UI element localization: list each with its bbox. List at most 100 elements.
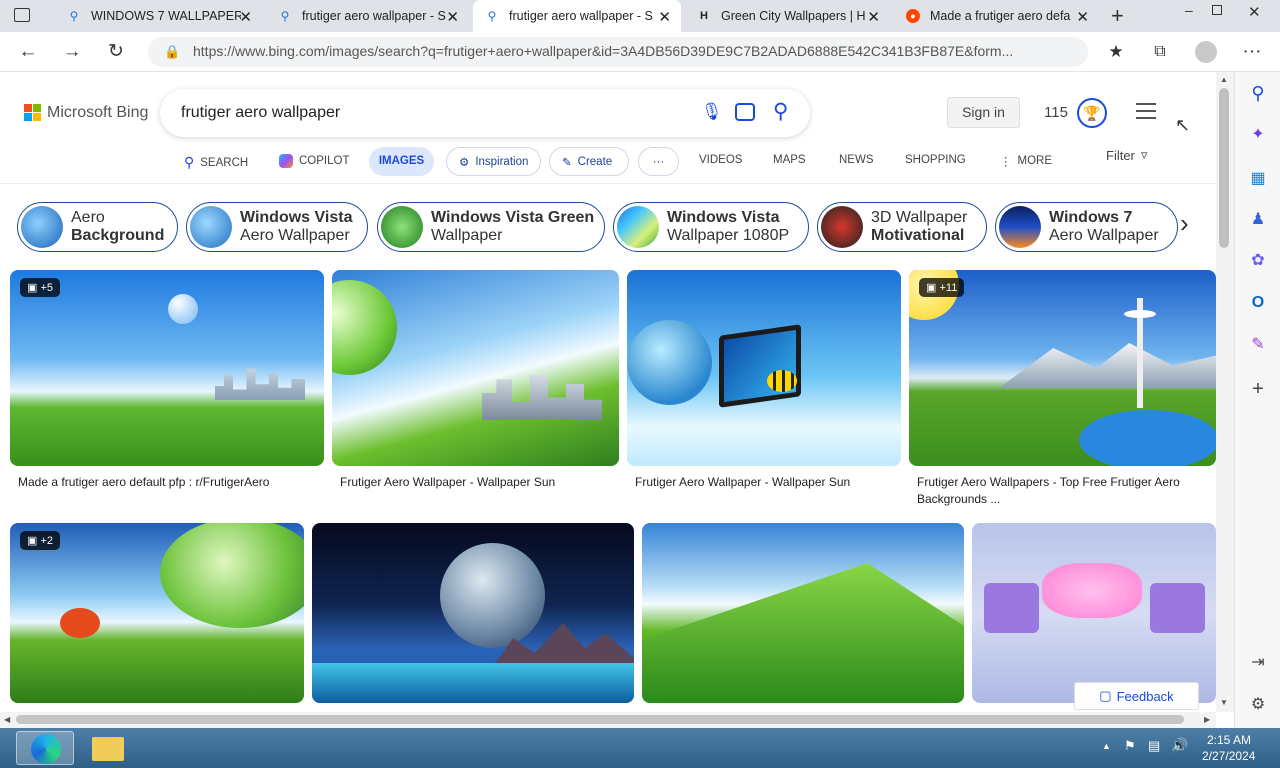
add-icon[interactable]: +	[1247, 378, 1269, 400]
tab-active[interactable]: ⚲ frutiger aero wallpaper - S ✕	[473, 0, 681, 32]
shopping-icon[interactable]: ▦	[1247, 168, 1269, 190]
related-chip[interactable]: Windows Vista Green Wallpaper	[377, 202, 605, 252]
search-box[interactable]: frutiger aero wallpaper 🎙 ⚲	[160, 89, 810, 137]
nav-copilot[interactable]: COPILOT	[279, 154, 349, 168]
nav-videos[interactable]: VIDEOS	[699, 154, 742, 166]
sign-in-button[interactable]: Sign in	[947, 97, 1020, 128]
result-image[interactable]	[972, 523, 1216, 703]
create-button[interactable]: ✎ Create	[549, 147, 629, 176]
result-caption[interactable]: Frutiger Aero Wallpaper - Wallpaper Sun	[635, 474, 901, 491]
volume-icon[interactable]: 🔊	[1171, 737, 1188, 754]
related-chip[interactable]: Windows 7 Aero Wallpaper	[995, 202, 1178, 252]
result-image[interactable]	[312, 523, 634, 703]
search-icon[interactable]: ⚲	[1247, 82, 1269, 104]
hscroll-thumb[interactable]	[16, 715, 1184, 724]
green-orb	[332, 280, 397, 375]
chips-next-icon[interactable]: ›	[1180, 208, 1189, 239]
hamburger-menu-icon[interactable]	[1136, 103, 1156, 119]
tab[interactable]: ● Made a frutiger aero defa ✕	[894, 0, 1099, 32]
new-tab-icon[interactable]: +	[1111, 3, 1124, 29]
network-icon[interactable]: ▤	[1148, 738, 1160, 754]
feedback-button[interactable]: ▢ Feedback	[1074, 682, 1199, 710]
hide-sidebar-icon[interactable]: ⇥	[1247, 652, 1269, 674]
chip-line1: 3D Wallpaper	[871, 209, 968, 226]
result-image[interactable]	[642, 523, 964, 703]
result-caption[interactable]: Frutiger Aero Wallpaper - Wallpaper Sun	[340, 474, 620, 491]
nav-images[interactable]: IMAGES	[369, 147, 434, 176]
sidebar-settings-icon[interactable]: ⚙	[1247, 694, 1269, 716]
related-chip[interactable]: Windows Vista Wallpaper 1080P	[613, 202, 809, 252]
tools-icon[interactable]: ♟	[1247, 209, 1269, 231]
back-icon[interactable]: ←	[16, 40, 40, 64]
close-tab-icon[interactable]: ✕	[1076, 8, 1089, 26]
horizontal-scrollbar[interactable]: ◀ ▶	[0, 712, 1216, 728]
result-image[interactable]: ▣ +2	[10, 523, 304, 703]
copilot-icon[interactable]: ✦	[1247, 124, 1269, 146]
clock-date[interactable]: 2/27/2024	[1202, 749, 1255, 763]
scroll-right-arrow[interactable]: ▶	[1204, 715, 1210, 724]
tab-actions-icon[interactable]	[14, 8, 30, 22]
search-icon[interactable]: ⚲	[773, 99, 788, 124]
green-horizon	[642, 563, 964, 703]
profile-avatar[interactable]	[1195, 41, 1217, 63]
nav-shopping[interactable]: SHOPPING	[905, 154, 966, 166]
designer-icon[interactable]: ✎	[1247, 334, 1269, 356]
result-image[interactable]: ▣ +11	[909, 270, 1216, 466]
rewards-points[interactable]: 115	[1044, 104, 1068, 121]
minimize-icon[interactable]: –	[1185, 2, 1193, 18]
forward-icon[interactable]: →	[60, 40, 84, 64]
related-chip[interactable]: 3D Wallpaper Motivational	[817, 202, 987, 252]
settings-more-icon[interactable]: ···	[1240, 40, 1264, 64]
tab[interactable]: ⚲ frutiger aero wallpaper - S ✕	[266, 0, 469, 32]
more-options-button[interactable]: ···	[638, 147, 679, 176]
restore-icon[interactable]	[1212, 5, 1222, 15]
nav-news[interactable]: NEWS	[839, 154, 874, 166]
close-tab-icon[interactable]: ✕	[867, 8, 880, 26]
url-text[interactable]: https://www.bing.com/images/search?q=fru…	[193, 43, 1013, 59]
microphone-icon[interactable]: 🎙	[701, 102, 723, 122]
action-center-icon[interactable]: ⚑	[1124, 738, 1136, 754]
globe	[627, 320, 712, 405]
scroll-up-arrow[interactable]: ▲	[1220, 75, 1228, 84]
collections-icon[interactable]: ⧉	[1148, 40, 1172, 64]
tab-title: WINDOWS 7 WALLPAPER	[91, 9, 241, 23]
reddit-icon: ●	[906, 9, 920, 23]
result-image[interactable]	[332, 270, 619, 466]
file-explorer-icon[interactable]	[80, 731, 136, 765]
visual-search-icon[interactable]	[735, 103, 755, 121]
result-caption[interactable]: Frutiger Aero Wallpapers - Top Free Frut…	[917, 474, 1207, 508]
tab[interactable]: H Green City Wallpapers | H ✕	[685, 0, 890, 32]
filter-icon: ▿	[1140, 147, 1148, 162]
nav-more[interactable]: ⋮ MORE	[1000, 154, 1052, 168]
bing-logo[interactable]: Microsoft Bing	[24, 104, 154, 124]
vertical-scrollbar[interactable]: ▲ ▼	[1216, 72, 1234, 712]
scroll-left-arrow[interactable]: ◀	[4, 715, 10, 724]
close-window-icon[interactable]: ✕	[1248, 3, 1261, 21]
related-chip[interactable]: Windows Vista Aero Wallpaper	[186, 202, 368, 252]
close-tab-icon[interactable]: ✕	[658, 8, 671, 26]
close-tab-icon[interactable]: ✕	[239, 8, 252, 26]
result-caption[interactable]: Made a frutiger aero default pfp : r/Fru…	[18, 474, 318, 491]
close-tab-icon[interactable]: ✕	[446, 8, 459, 26]
tab[interactable]: ⚲ WINDOWS 7 WALLPAPER ✕	[55, 0, 262, 32]
scroll-down-arrow[interactable]: ▼	[1220, 698, 1228, 707]
edge-taskbar-icon[interactable]	[16, 731, 74, 765]
result-image[interactable]: ▣ +5	[10, 270, 324, 466]
scroll-thumb[interactable]	[1219, 88, 1229, 248]
search-input[interactable]: frutiger aero wallpaper	[181, 104, 340, 122]
nav-maps[interactable]: MAPS	[773, 154, 806, 166]
h-site-icon: H	[700, 10, 708, 22]
related-chip[interactable]: Aero Background	[17, 202, 178, 252]
edge-logo	[31, 734, 61, 764]
inspiration-button[interactable]: ⚙ Inspiration	[446, 147, 541, 176]
filter-button[interactable]: Filter ▿	[1106, 147, 1147, 163]
result-image[interactable]	[627, 270, 901, 466]
refresh-icon[interactable]: ↻	[104, 40, 128, 64]
games-icon[interactable]: ✿	[1247, 250, 1269, 272]
rewards-trophy-icon[interactable]: 🏆	[1077, 98, 1107, 128]
nav-search[interactable]: ⚲ SEARCH	[184, 154, 248, 171]
tray-up-arrow-icon[interactable]: ▲	[1102, 741, 1111, 751]
clock-time[interactable]: 2:15 AM	[1207, 733, 1251, 747]
outlook-icon[interactable]: O	[1247, 292, 1269, 314]
favorites-icon[interactable]: ★	[1104, 40, 1128, 64]
